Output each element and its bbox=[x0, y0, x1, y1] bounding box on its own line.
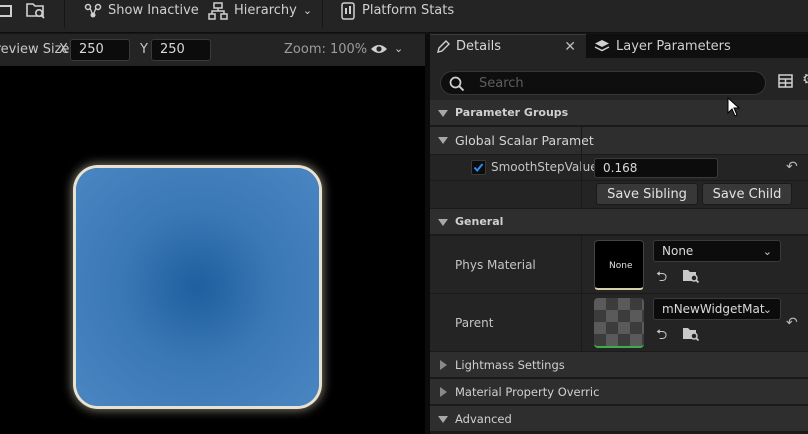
thumbnail-none-text: None bbox=[609, 261, 633, 271]
search-icon bbox=[449, 76, 465, 92]
category-lightmass-settings[interactable]: Lightmass Settings bbox=[430, 352, 808, 378]
category-title: Material Property Overric bbox=[455, 385, 600, 399]
search-placeholder: Search bbox=[479, 76, 524, 91]
save-buttons-row: Save Sibling Save Child bbox=[430, 181, 808, 209]
category-title: Parameter Groups bbox=[455, 106, 569, 119]
preview-height-input[interactable]: 250 bbox=[151, 39, 211, 61]
property-row-phys-material: Phys Material None None ⌄ ⮌ bbox=[430, 236, 808, 294]
preview-viewport[interactable] bbox=[0, 66, 425, 434]
parameter-enabled-checkbox[interactable] bbox=[471, 160, 486, 175]
reset-to-default-icon[interactable]: ↶ bbox=[786, 159, 798, 175]
parent-label: Parent bbox=[455, 316, 494, 330]
dropdown-value: mNewWidgetMat bbox=[662, 302, 765, 316]
graph-nodes-icon bbox=[84, 3, 102, 17]
x-label: X bbox=[59, 42, 68, 57]
category-parameter-groups[interactable]: Parameter Groups bbox=[430, 100, 808, 126]
search-row: Search ⚙ bbox=[430, 58, 808, 104]
show-inactive-label: Show Inactive bbox=[108, 3, 199, 18]
category-title: Lightmass Settings bbox=[455, 358, 565, 372]
clear-button[interactable] bbox=[0, 0, 12, 21]
tab-layer-parameters[interactable]: Layer Parameters bbox=[588, 34, 808, 58]
hierarchy-label: Hierarchy bbox=[234, 3, 297, 18]
use-selected-arrow-icon[interactable]: ⮌ bbox=[656, 324, 667, 348]
hierarchy-button[interactable]: Hierarchy ⌄ bbox=[208, 0, 312, 21]
layers-icon bbox=[594, 40, 610, 52]
chevron-down-icon: ⌄ bbox=[394, 42, 404, 55]
table-view-icon[interactable] bbox=[778, 74, 793, 88]
category-title: General bbox=[455, 215, 504, 228]
search-input[interactable]: Search bbox=[440, 71, 766, 95]
parent-material-dropdown[interactable]: mNewWidgetMat ⌄ bbox=[653, 298, 781, 320]
tab-details[interactable]: Details ✕ bbox=[430, 34, 586, 58]
browse-button[interactable] bbox=[26, 0, 46, 21]
collapsed-arrow-icon bbox=[440, 360, 447, 370]
save-sibling-button[interactable]: Save Sibling bbox=[596, 183, 698, 205]
close-icon[interactable]: ✕ bbox=[564, 39, 576, 55]
chevron-down-icon: ⌄ bbox=[762, 245, 772, 258]
phys-material-thumbnail[interactable]: None bbox=[594, 240, 644, 290]
platform-stats-label: Platform Stats bbox=[362, 3, 455, 18]
phys-material-label: Phys Material bbox=[455, 258, 536, 272]
viewport-toolbar: Preview Size X 250 Y 250 Zoom: 100% ⌄ bbox=[0, 34, 425, 66]
pencil-icon bbox=[437, 39, 450, 53]
browse-asset-icon[interactable] bbox=[682, 268, 700, 284]
category-advanced[interactable]: Advanced bbox=[430, 406, 808, 432]
square-icon bbox=[0, 4, 12, 17]
device-icon bbox=[341, 1, 355, 20]
category-title: Advanced bbox=[455, 412, 512, 426]
platform-stats-button[interactable]: Platform Stats bbox=[340, 0, 454, 21]
collapsed-arrow-icon bbox=[440, 387, 447, 397]
gear-icon[interactable]: ⚙ bbox=[802, 70, 808, 88]
eye-icon bbox=[371, 44, 387, 53]
group-global-scalar[interactable]: Global Scalar Paramet bbox=[430, 127, 808, 155]
group-title: Global Scalar Paramet bbox=[455, 133, 594, 148]
expand-arrow-icon bbox=[438, 219, 448, 226]
chevron-down-icon: ⌄ bbox=[302, 4, 313, 17]
chevron-down-icon: ⌄ bbox=[762, 303, 772, 316]
reset-to-default-icon[interactable]: ↶ bbox=[786, 315, 798, 331]
view-options-button[interactable]: ⌄ bbox=[370, 42, 403, 55]
property-row-parent: Parent mNewWidgetMat ⌄ ⮌ ↶ bbox=[430, 294, 808, 352]
category-general[interactable]: General bbox=[430, 209, 808, 235]
hierarchy-icon bbox=[208, 1, 228, 20]
dropdown-value: None bbox=[662, 244, 694, 258]
folder-search-icon bbox=[26, 2, 45, 19]
save-child-button[interactable]: Save Child bbox=[702, 183, 792, 205]
tab-details-label: Details bbox=[456, 39, 502, 54]
top-toolbar: Show Inactive Hierarchy ⌄ Platform Stats bbox=[0, 0, 808, 33]
material-preview-widget bbox=[76, 168, 319, 406]
category-material-property-overrides[interactable]: Material Property Overric bbox=[430, 379, 808, 405]
tab-layer-parameters-label: Layer Parameters bbox=[616, 38, 731, 54]
expand-arrow-icon bbox=[438, 110, 448, 117]
show-inactive-button[interactable]: Show Inactive bbox=[84, 0, 199, 21]
details-panel: Details ✕ Layer Parameters Search ⚙ bbox=[430, 34, 808, 434]
phys-material-dropdown[interactable]: None ⌄ bbox=[653, 240, 781, 262]
zoom-readout: Zoom: 100% bbox=[284, 42, 368, 57]
use-selected-arrow-icon[interactable]: ⮌ bbox=[656, 266, 667, 290]
expand-arrow-icon bbox=[438, 137, 448, 144]
tab-bar: Details ✕ Layer Parameters bbox=[430, 34, 808, 58]
browse-asset-icon[interactable] bbox=[682, 326, 700, 342]
smoothstep-value-input[interactable]: 0.168 bbox=[594, 158, 718, 178]
checkmark-icon bbox=[473, 163, 484, 173]
parameter-row-smoothstep: SmoothStepValue 0.168 ↶ bbox=[430, 155, 808, 181]
parent-material-thumbnail[interactable] bbox=[594, 298, 644, 348]
expand-arrow-icon bbox=[438, 416, 448, 423]
preview-width-input[interactable]: 250 bbox=[70, 39, 130, 61]
y-label: Y bbox=[140, 42, 148, 57]
mouse-cursor-icon bbox=[727, 97, 741, 117]
